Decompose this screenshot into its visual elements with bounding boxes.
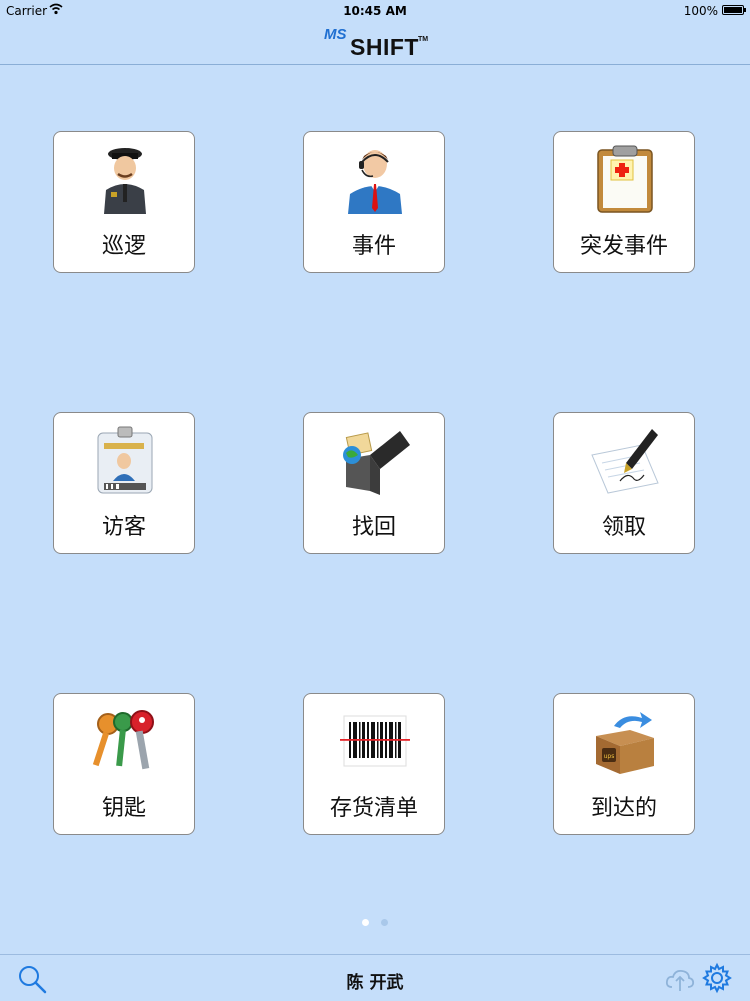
- clock: 10:45 AM: [343, 4, 407, 18]
- pen-signing-icon: [591, 429, 659, 494]
- operator-headset-icon: [348, 150, 402, 214]
- msshift-logo: MS SHIFT TM: [324, 26, 429, 60]
- battery-percent: 100%: [683, 4, 718, 18]
- tile-label: 巡逻: [101, 234, 146, 259]
- tile-label: 访客: [101, 515, 146, 540]
- tile-emergency[interactable]: 突发事件: [553, 131, 695, 273]
- police-officer-icon: [104, 148, 146, 214]
- app-header: MS SHIFT TM: [0, 22, 750, 65]
- battery-icon: [722, 5, 746, 15]
- tile-label: 领取: [601, 515, 646, 540]
- svg-text:ups: ups: [604, 753, 615, 760]
- barcode-icon: [340, 715, 410, 767]
- package-arrival-icon: ups: [596, 712, 654, 774]
- tile-label: 找回: [351, 515, 396, 540]
- tile-label: 存货清单: [329, 796, 418, 821]
- tile-keys[interactable]: 钥匙: [53, 693, 195, 835]
- tile-pickup[interactable]: 领取: [553, 412, 695, 554]
- gear-icon[interactable]: [701, 962, 733, 994]
- current-user-name: 陈 开武: [346, 973, 404, 993]
- tile-event[interactable]: 事件: [303, 131, 445, 273]
- tile-label: 到达的: [590, 796, 657, 821]
- bottom-toolbar: 陈 开武: [0, 954, 750, 1001]
- tile-patrol[interactable]: 巡逻: [53, 131, 195, 273]
- tile-visitor[interactable]: 访客: [53, 412, 195, 554]
- status-bar: Carrier 10:45 AM 100%: [0, 0, 750, 22]
- cloud-upload-icon[interactable]: [664, 963, 696, 995]
- visitor-badge-icon: [97, 426, 153, 494]
- page-dot-2[interactable]: [380, 919, 388, 926]
- tile-label: 突发事件: [579, 234, 668, 259]
- tile-retrieve[interactable]: 找回: [303, 412, 445, 554]
- file-archive-icon: [343, 431, 410, 495]
- page-dot-1[interactable]: [362, 919, 370, 926]
- tile-arrival[interactable]: ups 到达的: [553, 693, 695, 835]
- medical-clipboard-icon: [597, 145, 653, 213]
- keys-icon: [92, 710, 154, 770]
- page-indicator[interactable]: [0, 911, 750, 926]
- tile-label: 事件: [351, 234, 396, 259]
- tile-label: 钥匙: [101, 796, 146, 821]
- tile-inventory[interactable]: 存货清单: [303, 693, 445, 835]
